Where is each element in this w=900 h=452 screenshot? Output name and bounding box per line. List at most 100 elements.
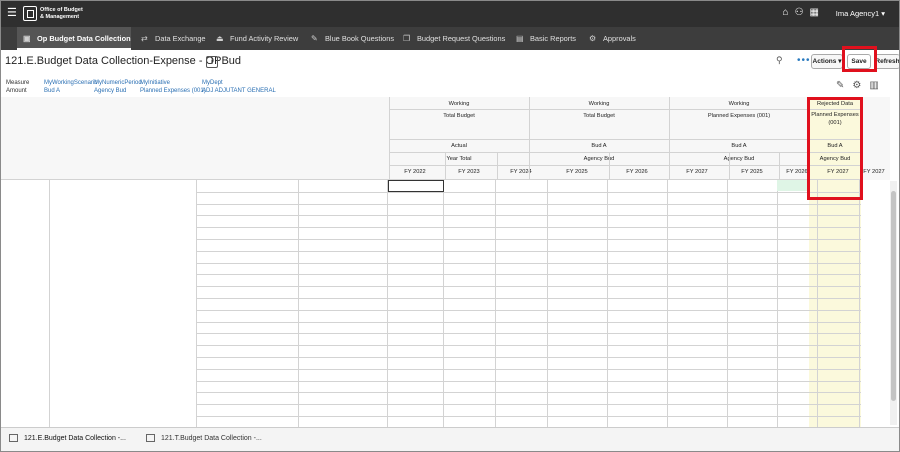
header-line [389,109,861,110]
row-divider [196,180,197,427]
tab-label: Data Exchange [155,34,206,43]
form-title-bar: 121.E.Budget Data Collection-Expense - O… [1,50,899,74]
bottom-tab-label: 121.E.Budget Data Collection -... [24,434,126,442]
edit-icon[interactable]: ✎ [836,80,852,91]
tab-label: Op Budget Data Collection [37,34,131,43]
more-options-icon[interactable]: ••• [797,55,811,66]
col-line [817,180,818,427]
tab-op-budget-data-collection[interactable]: ▣ Op Budget Data Collection [17,27,131,50]
col-line [859,180,860,427]
year-header: FY 2027 [686,169,708,175]
row-line [197,298,861,299]
changed-cell [777,180,809,191]
year-header: FY 2022 [404,169,426,175]
tab-basic-reports[interactable]: ▤ Basic Reports [516,27,576,50]
tab-budget-request-questions[interactable]: ❐ Budget Request Questions [403,27,505,50]
panel-icon[interactable]: ▥ [869,80,886,91]
column-header: Actual [451,143,467,149]
save-highlight-box [842,46,877,72]
search-form-icon[interactable]: ⚲ [776,55,783,66]
row-line [197,227,861,229]
tab-label: Approvals [603,34,636,43]
year-divider [669,152,670,180]
col-line [547,180,548,427]
row-line [197,368,861,370]
row-line [197,215,861,217]
top-bar: ☰ Office of Budget & Management ⌂⚇▦ Ima … [1,1,899,27]
pov-value-period[interactable]: Agency Bud [94,87,126,96]
row-line [197,309,861,311]
col-line [607,180,608,427]
tab-label: Fund Activity Review [230,34,299,43]
col-line [777,180,778,427]
header-divider [389,97,390,180]
col-line [727,180,728,427]
row-line [197,404,861,406]
settings-icon[interactable]: ⚙ [852,80,869,91]
grid-apps-icon[interactable]: ▦ [810,7,825,18]
ohio-logo-icon [23,6,37,21]
row-line [197,345,861,347]
column-header: Bud A [731,143,747,149]
dashboard-icon: ▣ [23,34,31,43]
tab-blue-book-questions[interactable]: ✎ Blue Book Questions [311,27,394,50]
tab-label: Blue Book Questions [325,34,395,43]
user-menu[interactable]: Ima Agency1 ▾ [836,9,885,18]
documents-icon: ❐ [403,34,411,43]
bottom-tabs: 121.E.Budget Data Collection -... 121.T.… [1,427,899,451]
pov-value-initiative[interactable]: Planned Expenses (001) [140,87,206,96]
tab-data-exchange[interactable]: ⇄ Data Exchange [141,27,206,50]
pencil-icon: ✎ [311,34,318,43]
scrollbar-thumb[interactable] [891,191,896,401]
pov-value-measure[interactable]: Amount [6,87,27,96]
tab-approvals[interactable]: ⚙ Approvals [589,27,636,50]
form-icon [146,434,155,442]
pov-value-dept[interactable]: ADJ ADJUTANT GENERAL [202,87,276,96]
row-line [197,357,861,358]
row-line [197,250,861,252]
row-line [197,286,861,288]
year-divider [729,152,730,180]
refresh-button[interactable]: Refresh [874,54,899,69]
year-header: FY 2024 [510,169,532,175]
row-line [197,321,861,323]
vertical-scrollbar[interactable] [890,181,897,425]
year-divider [497,152,498,180]
selected-cell[interactable] [388,180,444,192]
column-header: Agency Bud [583,156,615,162]
bottom-tab-t[interactable]: 121.T.Budget Data Collection -... [146,434,262,442]
col-line [387,180,388,427]
pov-value-scenario[interactable]: Bud A [44,87,60,96]
column-header: Agency Bud [723,156,755,162]
year-header: FY 2025 [566,169,588,175]
row-line [197,416,861,417]
hamburger-menu-icon[interactable]: ☰ [7,7,17,19]
info-icon[interactable]: i [206,56,218,68]
header-line [389,139,861,140]
bottom-tab-expense[interactable]: 121.E.Budget Data Collection -... [9,434,126,442]
year-header: FY 2025 [741,169,763,175]
report-icon: ▤ [516,34,524,43]
row-divider [298,180,299,427]
tab-fund-activity-review[interactable]: ⏏ Fund Activity Review [216,27,298,50]
column-header: Bud A [591,143,607,149]
pov-bar: Measure Amount MyWorkingScenario Bud A M… [1,75,899,95]
year-divider [445,152,446,180]
actions-button[interactable]: Actions ▾ [811,54,843,69]
home-icon[interactable]: ⌂ [783,7,795,18]
year-divider [779,152,780,180]
bottom-tab-label: 121.T.Budget Data Collection -... [161,434,262,442]
row-divider [49,180,50,427]
app-window: ☰ Office of Budget & Management ⌂⚇▦ Ima … [0,0,900,452]
column-header: Total Budget [583,113,615,119]
org-name: Office of Budget & Management [40,7,100,20]
org-line2: & Management [40,13,80,20]
exchange-icon: ⇄ [141,34,148,43]
col-line [495,180,496,427]
bank-icon: ⏏ [216,34,224,43]
accessibility-icon[interactable]: ⚇ [795,7,810,18]
header-divider [529,97,530,180]
rejected-data-highlight-box [807,97,863,200]
approvals-icon: ⚙ [589,34,597,43]
global-icons: ⌂⚇▦ [783,7,825,18]
